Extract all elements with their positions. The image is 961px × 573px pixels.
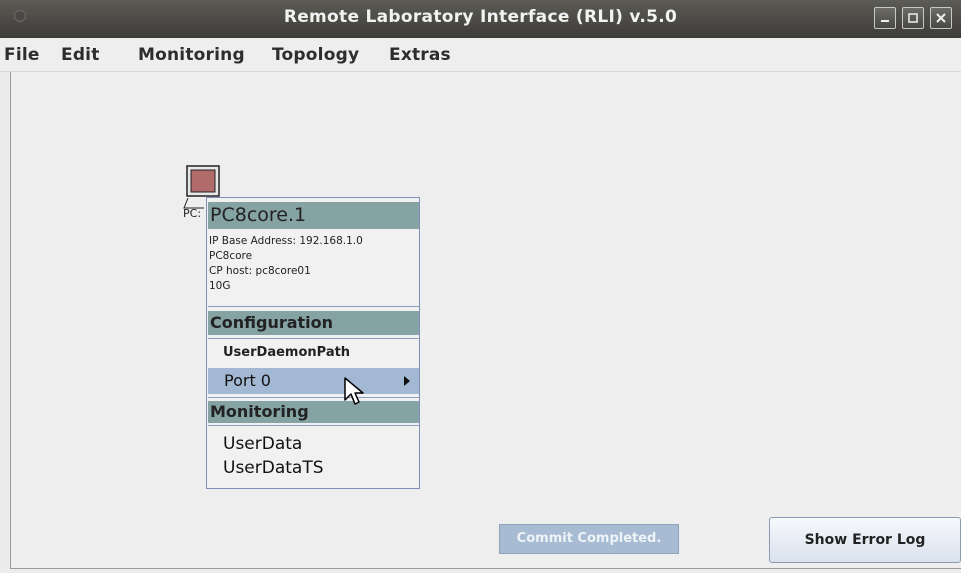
configuration-header: Configuration: [208, 311, 419, 335]
menu-monitoring[interactable]: Monitoring: [138, 45, 245, 65]
minimize-button[interactable]: [874, 7, 896, 29]
menu-item-user-data-ts[interactable]: UserDataTS: [223, 458, 324, 478]
title-bar[interactable]: Remote Laboratory Interface (RLI) v.5.0: [0, 0, 961, 38]
menu-edit[interactable]: Edit: [61, 45, 100, 65]
window-title: Remote Laboratory Interface (RLI) v.5.0: [283, 7, 678, 27]
menu-separator: [208, 397, 419, 398]
mouse-pointer-icon: [344, 377, 364, 405]
menu-bar: File Edit Monitoring Topology Extras: [0, 38, 961, 72]
ip-base-address: IP Base Address: 192.168.1.0: [209, 235, 363, 247]
node-context-menu: PC8core.1 IP Base Address: 192.168.1.0 P…: [206, 197, 420, 489]
menu-separator: [208, 338, 419, 339]
minimize-icon: [881, 20, 889, 22]
port-0-label: Port 0: [224, 371, 271, 390]
monitoring-header: Monitoring: [208, 401, 419, 423]
menu-extras[interactable]: Extras: [389, 45, 451, 65]
maximize-icon: [908, 13, 918, 23]
menu-item-port-0[interactable]: Port 0: [208, 368, 419, 394]
menu-item-user-data[interactable]: UserData: [223, 434, 302, 454]
topology-canvas[interactable]: [10, 72, 961, 569]
close-icon: [936, 13, 946, 23]
maximize-button[interactable]: [902, 7, 924, 29]
node-type: PC8core: [209, 250, 253, 262]
submenu-arrow-icon: [404, 376, 410, 386]
close-button[interactable]: [930, 7, 952, 29]
menu-file[interactable]: File: [4, 45, 40, 65]
cp-host: CP host: pc8core01: [209, 265, 311, 277]
computer-icon[interactable]: [186, 165, 220, 197]
link-speed: 10G: [209, 280, 231, 292]
menu-separator: [208, 306, 419, 307]
context-menu-title: PC8core.1: [208, 202, 419, 229]
status-message: Commit Completed.: [499, 524, 679, 554]
menu-separator: [208, 425, 419, 426]
show-error-log-button[interactable]: Show Error Log: [769, 517, 961, 563]
menu-item-user-daemon-path[interactable]: UserDaemonPath: [223, 345, 350, 360]
application-window: Remote Laboratory Interface (RLI) v.5.0 …: [0, 0, 961, 573]
node-label: PC:: [183, 207, 202, 220]
menu-topology[interactable]: Topology: [272, 45, 359, 65]
